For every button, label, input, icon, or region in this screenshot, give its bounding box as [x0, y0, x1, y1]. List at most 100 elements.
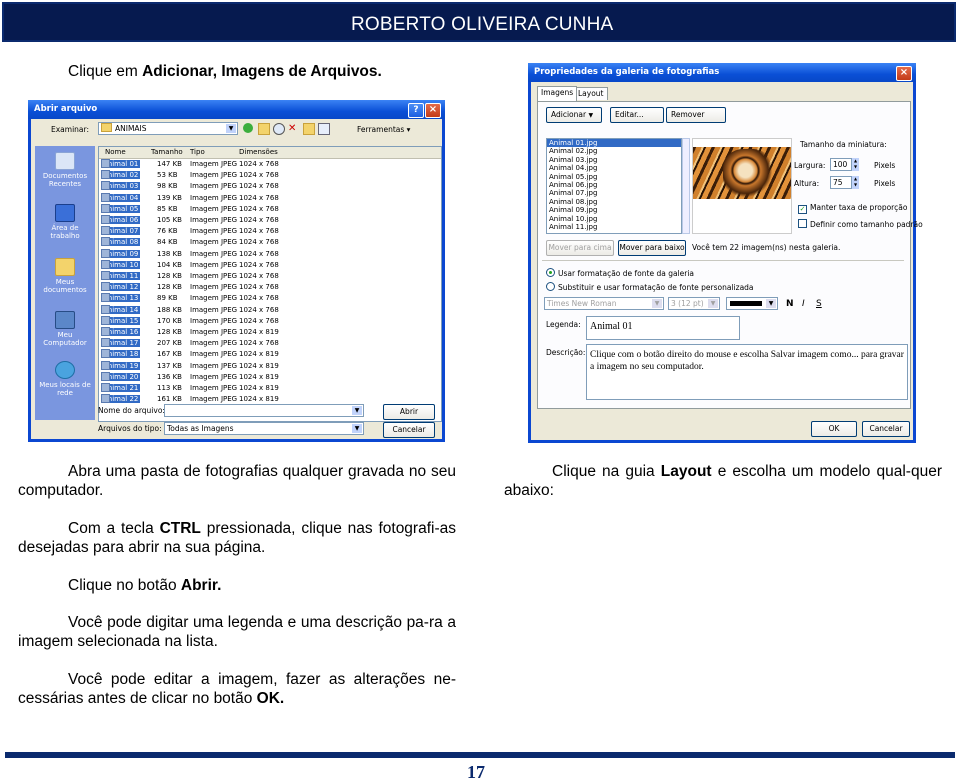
chevron-down-icon[interactable]: ▼ — [766, 299, 776, 308]
file-row[interactable]: Animal 18 167 KB Imagem JPEG 1024 x 819 — [99, 349, 441, 360]
image-list[interactable]: Animal 01.jpg Animal 02.jpg Animal 03.jpg A… — [546, 138, 682, 234]
place-desktop[interactable]: Área de trabalho — [37, 204, 93, 240]
chevron-down-icon[interactable]: ▼ — [652, 299, 662, 308]
image-list-item[interactable]: Animal 03.jpg — [547, 156, 681, 164]
height-input[interactable]: 75 — [830, 176, 852, 189]
chevron-down-icon[interactable]: ▼ — [352, 406, 362, 415]
column-name[interactable]: Nome — [105, 148, 126, 156]
close-icon[interactable]: × — [425, 103, 441, 118]
file-row[interactable]: Animal 17 207 KB Imagem JPEG 1024 x 768 — [99, 338, 441, 349]
place-my-documents[interactable]: Meus documentos — [37, 258, 93, 294]
chevron-down-icon[interactable]: ▼ — [352, 424, 362, 433]
network-places-icon — [55, 361, 75, 379]
properties-titlebar: Propriedades da galeria de fotografias × — [528, 63, 916, 82]
new-folder-icon[interactable] — [303, 123, 315, 135]
width-spinner[interactable]: ▲ ▼ — [852, 158, 859, 171]
font-name-select[interactable]: Times New Roman ▼ — [544, 297, 664, 310]
chevron-down-icon[interactable]: ▼ — [226, 124, 236, 133]
set-default-checkbox[interactable]: Definir como tamanho padrão — [798, 219, 923, 229]
look-in-select[interactable]: ANIMAIS ▼ — [98, 122, 238, 135]
file-row[interactable]: Animal 02 53 KB Imagem JPEG 1024 x 768 — [99, 170, 441, 181]
place-recent[interactable]: Documentos Recentes — [37, 152, 93, 188]
image-list-item[interactable]: Animal 09.jpg — [547, 206, 681, 214]
file-row[interactable]: Animal 21 113 KB Imagem JPEG 1024 x 819 — [99, 383, 441, 394]
tab-layout[interactable]: Layout — [574, 87, 608, 100]
column-type[interactable]: Tipo — [190, 148, 205, 156]
image-list-item[interactable]: Animal 07.jpg — [547, 189, 681, 197]
views-icon[interactable] — [318, 123, 330, 135]
ok-button[interactable]: OK — [811, 421, 857, 437]
file-row[interactable]: Animal 03 98 KB Imagem JPEG 1024 x 768 — [99, 181, 441, 192]
place-my-computer[interactable]: Meu Computador — [37, 311, 93, 347]
image-file-icon — [101, 271, 110, 280]
radio-custom-format[interactable]: Substituir e usar formatação de fonte pe… — [546, 282, 754, 292]
close-icon[interactable]: × — [896, 66, 912, 81]
remove-button[interactable]: Remover — [666, 107, 726, 123]
edit-button[interactable]: Editar... — [610, 107, 664, 123]
tab-imagens[interactable]: Imagens — [537, 86, 578, 101]
image-list-scrollbar[interactable] — [682, 138, 690, 234]
open-button[interactable]: Abrir — [383, 404, 435, 420]
image-list-item[interactable]: Animal 11.jpg — [547, 223, 681, 231]
file-row[interactable]: Animal 04 139 KB Imagem JPEG 1024 x 768 — [99, 192, 441, 204]
description-input[interactable]: Clique com o botão direito do mouse e es… — [586, 344, 908, 400]
file-row[interactable]: Animal 06 105 KB Imagem JPEG 1024 x 768 — [99, 215, 441, 226]
help-icon[interactable]: ? — [408, 103, 424, 118]
file-row[interactable]: Animal 20 136 KB Imagem JPEG 1024 x 819 — [99, 371, 441, 383]
file-row[interactable]: Animal 13 89 KB Imagem JPEG 1024 x 768 — [99, 293, 441, 304]
file-size: 85 KB — [157, 204, 178, 213]
up-folder-icon[interactable] — [258, 123, 270, 135]
file-type: Imagem JPEG — [190, 260, 238, 269]
bold-button[interactable]: N — [786, 299, 794, 309]
back-icon[interactable] — [243, 123, 253, 133]
move-up-button[interactable]: Mover para cima — [546, 240, 614, 256]
column-size[interactable]: Tamanho — [151, 148, 183, 156]
radio-custom-format-label: Substituir e usar formatação de fonte pe… — [558, 283, 754, 292]
file-row[interactable]: Animal 19 137 KB Imagem JPEG 1024 x 819 — [99, 360, 441, 372]
filename-input[interactable]: ▼ — [164, 404, 364, 417]
filetype-select[interactable]: Todas as Imagens ▼ — [164, 422, 364, 435]
keep-ratio-checkbox[interactable]: ✓ Manter taxa de proporção — [798, 203, 907, 214]
file-row[interactable]: Animal 09 138 KB Imagem JPEG 1024 x 768 — [99, 248, 441, 260]
place-network[interactable]: Meus locais de rede — [37, 361, 93, 397]
file-row[interactable]: Animal 16 128 KB Imagem JPEG 1024 x 819 — [99, 327, 441, 338]
file-row[interactable]: Animal 14 188 KB Imagem JPEG 1024 x 768 — [99, 304, 441, 316]
image-list-item[interactable]: Animal 06.jpg — [547, 181, 681, 189]
search-web-icon[interactable] — [273, 123, 285, 135]
image-list-item[interactable]: Animal 02.jpg — [547, 147, 681, 155]
file-list[interactable]: Nome Tamanho Tipo Dimensões Animal 01 147… — [98, 146, 442, 422]
width-input[interactable]: 100 — [830, 158, 852, 171]
file-row[interactable]: Animal 12 128 KB Imagem JPEG 1024 x 768 — [99, 282, 441, 293]
file-row[interactable]: Animal 15 170 KB Imagem JPEG 1024 x 768 — [99, 315, 441, 327]
file-row[interactable]: Animal 08 84 KB Imagem JPEG 1024 x 768 — [99, 237, 441, 248]
cancel-button[interactable]: Cancelar — [862, 421, 910, 437]
move-down-button[interactable]: Mover para baixo — [618, 240, 686, 256]
file-name-cell: Animal 20 — [101, 371, 141, 383]
caption-input[interactable]: Animal 01 — [586, 316, 740, 340]
cancel-button[interactable]: Cancelar — [383, 422, 435, 438]
file-row[interactable]: Animal 01 147 KB Imagem JPEG 1024 x 768 — [99, 159, 441, 170]
image-list-item[interactable]: Animal 01.jpg — [547, 139, 681, 148]
underline-button[interactable]: S — [816, 299, 822, 309]
font-name-value: Times New Roman — [547, 299, 617, 308]
image-list-item[interactable]: Animal 10.jpg — [547, 215, 681, 223]
add-button[interactable]: Adicionar ▼ — [546, 107, 602, 123]
image-list-item[interactable]: Animal 08.jpg — [547, 198, 681, 206]
italic-button[interactable]: I — [802, 299, 805, 309]
font-size-select[interactable]: 3 (12 pt) ▼ — [668, 297, 720, 310]
tools-menu[interactable]: Ferramentas ▾ — [357, 125, 410, 134]
height-spinner[interactable]: ▲ ▼ — [852, 176, 859, 189]
radio-use-gallery-format[interactable]: Usar formatação de fonte da galeria — [546, 268, 694, 278]
file-row[interactable]: Animal 07 76 KB Imagem JPEG 1024 x 768 — [99, 226, 441, 237]
chevron-down-icon[interactable]: ▼ — [708, 299, 718, 308]
image-list-item[interactable]: Animal 05.jpg — [547, 173, 681, 181]
file-dim: 1024 x 768 — [239, 204, 279, 213]
image-list-item[interactable]: Animal 04.jpg — [547, 164, 681, 172]
font-color-select[interactable]: ▼ — [726, 297, 778, 310]
file-row[interactable]: Animal 11 128 KB Imagem JPEG 1024 x 768 — [99, 271, 441, 282]
column-dimensions[interactable]: Dimensões — [239, 148, 278, 156]
delete-icon[interactable]: ✕ — [288, 124, 297, 134]
file-row[interactable]: Animal 05 85 KB Imagem JPEG 1024 x 768 — [99, 203, 441, 215]
folder-icon — [101, 123, 112, 132]
file-row[interactable]: Animal 10 104 KB Imagem JPEG 1024 x 768 — [99, 259, 441, 271]
